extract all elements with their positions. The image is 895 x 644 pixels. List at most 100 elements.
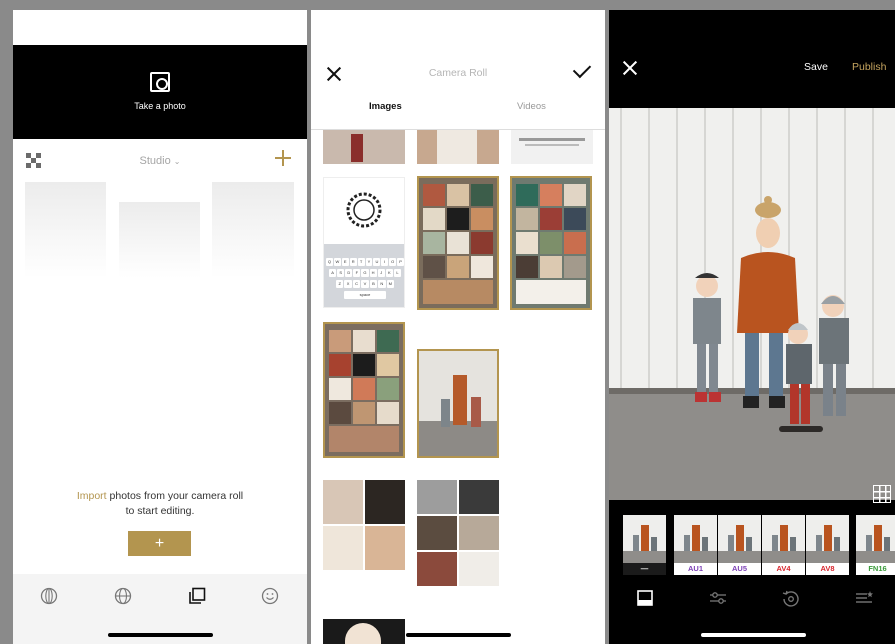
collage-tile — [471, 232, 493, 254]
filter-label: AV8 — [806, 563, 849, 575]
collage-tile — [365, 526, 405, 570]
lens-icon[interactable] — [40, 587, 58, 605]
studio-label: Studio — [139, 155, 171, 167]
studio-placeholder — [212, 182, 294, 278]
filter-au5[interactable]: AU5 — [718, 515, 761, 575]
filter-fn16[interactable]: FN16 — [856, 515, 895, 575]
photo-thumbnail-selected[interactable] — [417, 349, 499, 458]
photo-thumbnail-selected[interactable] — [510, 176, 592, 310]
collage-tile — [423, 208, 445, 230]
collage-tile — [353, 378, 375, 400]
collage-tile — [353, 330, 375, 352]
collage-tile — [329, 426, 399, 452]
tab-videos[interactable]: Videos — [517, 101, 546, 112]
thumbnail-figure — [345, 623, 381, 644]
camera-roll-screen: Camera Roll Images Videos QWERTYUIOP ASD… — [311, 10, 605, 644]
thumbnail-figure — [351, 134, 363, 162]
home-indicator — [701, 633, 806, 637]
filter-label: AV4 — [762, 563, 805, 575]
adjust-sliders-icon[interactable] — [709, 589, 727, 607]
filter-av8[interactable]: AV8 — [806, 515, 849, 575]
photo-thumbnail[interactable] — [417, 130, 499, 164]
grid-toggle-icon[interactable] — [873, 485, 891, 503]
collage-tile — [417, 552, 457, 586]
import-prompt: Import photos from your camera roll to s… — [13, 489, 307, 519]
filter-av4[interactable]: AV4 — [762, 515, 805, 575]
add-icon[interactable] — [275, 150, 291, 166]
photo-thumbnail-selected[interactable] — [417, 176, 499, 310]
chevron-down-icon: ⌄ — [173, 157, 181, 166]
tab-images[interactable]: Images — [369, 101, 402, 112]
collage-tile — [516, 256, 538, 278]
collage-tile — [540, 232, 562, 254]
collage-tile — [329, 378, 351, 400]
collage-tile — [377, 354, 399, 376]
photo-thumbnail[interactable] — [323, 619, 405, 644]
import-button[interactable]: + — [128, 531, 191, 556]
studio-bar: Studio ⌄ — [13, 148, 307, 176]
collage-tile — [516, 208, 538, 230]
photo-thumbnail[interactable] — [417, 468, 499, 610]
keyboard-preview: QWERTYUIOP ASDFGHJKL ZXCVBNM space — [324, 244, 404, 307]
photo-thumbnail[interactable] — [323, 468, 405, 610]
thumbnail-figure — [453, 375, 467, 425]
presets-icon[interactable] — [636, 589, 654, 607]
collage-tile — [516, 232, 538, 254]
thumbnail-figure — [437, 130, 477, 164]
collage-tile — [353, 402, 375, 424]
collage-tile — [459, 480, 499, 514]
save-button[interactable]: Save — [804, 61, 828, 73]
filter-au1[interactable]: AU1 — [674, 515, 717, 575]
photo-thumbnail[interactable]: QWERTYUIOP ASDFGHJKL ZXCVBNM space — [323, 177, 405, 308]
editor-screen: Save Publish — AU1 AU5 AV4 AV8 FN16 — [609, 10, 895, 644]
collage-tile — [423, 280, 493, 304]
collage-tile — [423, 256, 445, 278]
collage-tile — [564, 184, 586, 206]
filter-label: AU1 — [674, 563, 717, 575]
filter-preview — [718, 515, 761, 563]
camera-roll-header: Camera Roll Images Videos — [311, 10, 605, 130]
import-text-rest: photos from your camera roll — [106, 490, 244, 502]
profile-icon[interactable] — [261, 587, 279, 605]
collage-tile — [329, 354, 351, 376]
globe-icon[interactable] — [114, 587, 132, 605]
collage-tile — [423, 184, 445, 206]
collage-tile — [471, 184, 493, 206]
photo-thumbnail[interactable] — [323, 130, 405, 164]
filter-none[interactable]: — — [623, 515, 666, 575]
bottom-tab-bar — [13, 574, 307, 644]
filter-preview — [623, 515, 666, 563]
collage-tile — [471, 256, 493, 278]
collage-tile — [329, 330, 351, 352]
studio-placeholder — [119, 202, 200, 278]
collage-tile — [459, 552, 499, 586]
camera-icon[interactable] — [150, 72, 170, 92]
publish-button[interactable]: Publish — [852, 61, 886, 73]
photo-thumbnail-selected[interactable] — [323, 322, 405, 458]
filter-preview — [806, 515, 849, 563]
studio-dropdown[interactable]: Studio ⌄ — [13, 155, 307, 167]
collage-tile — [423, 232, 445, 254]
thumbnail-figure — [441, 399, 450, 427]
collage-tile — [540, 256, 562, 278]
collage-tile — [471, 208, 493, 230]
close-icon[interactable] — [623, 61, 635, 73]
collage-tile — [329, 402, 351, 424]
take-photo-label: Take a photo — [134, 101, 186, 111]
recipes-icon[interactable] — [855, 589, 873, 607]
import-text-line2: to start editing. — [125, 505, 195, 517]
collage-tile — [564, 208, 586, 230]
take-photo-area[interactable]: Take a photo — [13, 45, 307, 139]
photo-thumbnail[interactable] — [511, 130, 593, 164]
thumbnail-text — [525, 144, 579, 146]
collage-tile — [459, 516, 499, 550]
history-icon[interactable] — [782, 589, 800, 607]
thumbnail-figure — [471, 397, 481, 427]
collage-tile — [540, 208, 562, 230]
studio-tab-icon[interactable] — [188, 587, 206, 605]
thumbnail-text — [519, 138, 585, 141]
import-link[interactable]: Import — [77, 490, 107, 502]
filter-preview — [762, 515, 805, 563]
studio-placeholder — [25, 182, 106, 278]
home-indicator — [108, 633, 213, 637]
